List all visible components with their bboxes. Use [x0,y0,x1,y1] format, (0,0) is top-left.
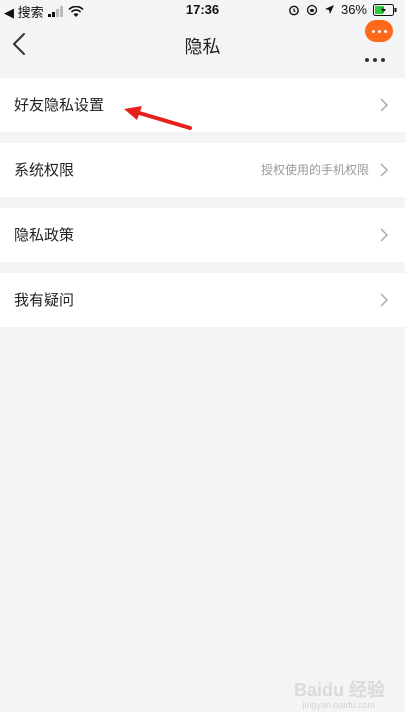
battery-percent: 36% [340,2,367,17]
row-label: 我有疑问 [14,292,75,309]
battery-icon [373,3,397,16]
more-button[interactable] [361,36,389,64]
settings-list: 好友隐私设置 系统权限 授权使用的手机权限 隐私政策 我有疑问 [0,78,405,338]
chevron-right-icon [380,293,389,307]
location-icon [324,5,334,14]
row-label: 系统权限 [14,162,75,179]
watermark-url: jingyan.baidu.com [302,700,375,710]
chevron-right-icon [380,163,389,177]
alarm-icon [289,5,299,15]
chevron-right-icon [380,98,389,112]
more-dots-icon [365,58,385,62]
status-bar: ◀ 搜索 17:36 36% [0,0,405,20]
row-system-permissions[interactable]: 系统权限 授权使用的手机权限 [0,143,405,197]
nav-bar: 隐私 [0,20,405,70]
chevron-right-icon [380,228,389,242]
row-friend-privacy[interactable]: 好友隐私设置 [0,78,405,132]
row-label: 好友隐私设置 [14,97,105,114]
annotation-arrow-icon [124,106,192,130]
row-value: 授权使用的手机权限 [260,163,369,177]
row-privacy-policy[interactable]: 隐私政策 [0,208,405,262]
status-right: 36% [288,2,397,17]
row-label: 隐私政策 [14,227,75,244]
rotation-lock-icon [306,4,318,15]
page-title: 隐私 [184,37,221,57]
watermark-logo: Baidu 经验 [293,680,385,700]
row-questions[interactable]: 我有疑问 [0,273,405,327]
